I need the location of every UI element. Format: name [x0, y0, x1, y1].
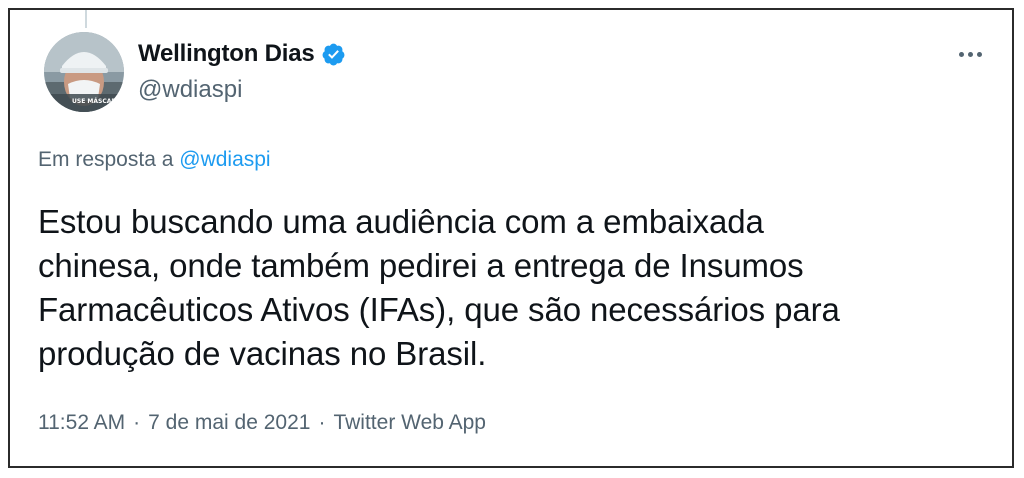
- tweet-text-line: produção de vacinas no Brasil.: [38, 335, 487, 372]
- svg-text:USE MÁSCARA: USE MÁSCARA: [72, 98, 121, 105]
- meta-separator: ·: [318, 411, 326, 434]
- verified-badge-icon: [321, 42, 346, 67]
- more-dot: [968, 51, 973, 57]
- more-dot: [959, 51, 964, 57]
- reply-context: Em resposta a @wdiaspi: [38, 148, 271, 172]
- meta-separator: ·: [133, 411, 141, 434]
- tweet-date[interactable]: 7 de mai de 2021: [148, 411, 310, 435]
- more-options-icon[interactable]: [959, 46, 982, 62]
- author-handle[interactable]: @wdiaspi: [138, 76, 242, 104]
- tweet-time[interactable]: 11:52 AM: [38, 411, 125, 435]
- more-dot: [977, 51, 982, 57]
- reply-prefix: Em resposta a: [38, 148, 174, 171]
- tweet-text-line: Farmacêuticos Ativos (IFAs), que são nec…: [38, 291, 840, 328]
- tweet-text-line: chinesa, onde também pedirei a entrega d…: [38, 247, 804, 284]
- tweet-metadata: 11:52 AM · 7 de mai de 2021 · Twitter We…: [38, 411, 486, 435]
- tweet-text-line: Estou buscando uma audiência com a embai…: [38, 203, 764, 240]
- author-display-name[interactable]: Wellington Dias: [138, 40, 315, 68]
- reply-target-link[interactable]: @wdiaspi: [179, 148, 270, 171]
- avatar[interactable]: USE MÁSCARA: [44, 32, 124, 112]
- thread-connector-line: [85, 10, 87, 28]
- tweet-source[interactable]: Twitter Web App: [333, 411, 486, 435]
- tweet-card: USE MÁSCARA Wellington Dias @wdiaspi Em …: [8, 8, 1014, 468]
- tweet-text: Estou buscando uma audiência com a embai…: [38, 200, 998, 376]
- author-name-row: Wellington Dias: [138, 40, 346, 68]
- avatar-image: USE MÁSCARA: [44, 32, 124, 112]
